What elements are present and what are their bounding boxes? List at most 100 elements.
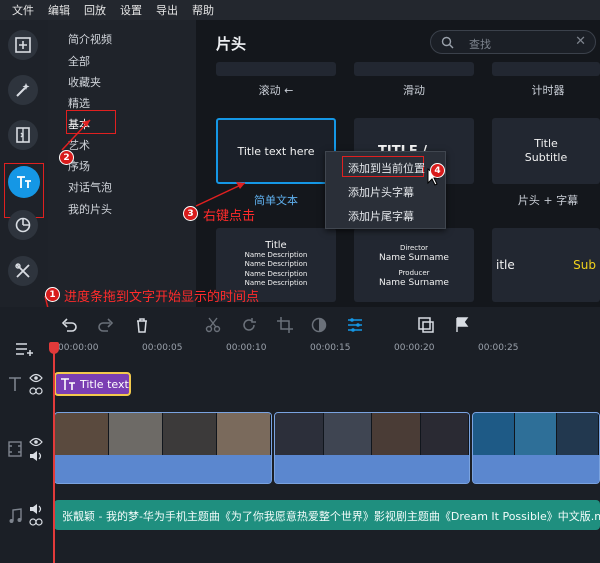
title-tile-slide[interactable]: [354, 62, 474, 76]
step3-note: 右键点击: [203, 209, 256, 224]
more-tools-button[interactable]: [8, 256, 38, 286]
menu-settings[interactable]: 设置: [120, 2, 142, 18]
delete-icon[interactable]: [133, 316, 151, 334]
director-preview-name-2: Name Surname: [379, 277, 449, 288]
menu-file[interactable]: 文件: [12, 2, 34, 18]
marker-flag-icon[interactable]: [453, 316, 471, 334]
undo-icon[interactable]: [60, 316, 78, 334]
stickers-tool-button[interactable]: [8, 210, 38, 240]
partial-tile-left-text: itle: [496, 258, 515, 272]
step-badge-1: 1: [45, 287, 60, 302]
category-all[interactable]: 全部: [68, 53, 90, 69]
menu-item-add-at-current[interactable]: 添加到当前位置: [348, 160, 425, 176]
clear-search-icon[interactable]: ✕: [575, 34, 586, 49]
audio-waveform: [275, 455, 469, 483]
step-badge-3: 3: [183, 206, 198, 221]
text-track-icon: [9, 377, 21, 391]
redo-icon[interactable]: [97, 316, 115, 334]
video-volume-icon[interactable]: [29, 451, 43, 461]
tool-sidebar: [0, 20, 48, 307]
add-track-icon[interactable]: [15, 340, 35, 358]
category-my-titles[interactable]: 我的片头: [68, 201, 112, 217]
credits-preview-line-3: Name Description: [244, 269, 308, 278]
tools-icon: [15, 263, 30, 278]
menu-playback[interactable]: 回放: [84, 2, 106, 18]
context-menu: 添加到当前位置 添加片头字幕 添加片尾字幕: [325, 151, 446, 229]
cut-icon[interactable]: [204, 316, 222, 334]
title-subtitle-preview-subtitle: Subtitle: [524, 151, 568, 164]
title-clip-label: Title text: [80, 377, 129, 391]
title-subtitle-preview-title: Title: [534, 137, 558, 150]
title-label-slide: 滑动: [403, 84, 425, 97]
title-tile-timer[interactable]: [492, 62, 600, 76]
video-track-icon: [8, 441, 22, 457]
category-art[interactable]: 艺术: [68, 137, 90, 153]
color-adjust-icon[interactable]: [310, 316, 328, 334]
audio-link-icon[interactable]: [29, 517, 43, 527]
clip-properties-icon[interactable]: [346, 316, 364, 334]
effects-tool-button[interactable]: [8, 75, 38, 105]
title-tile-simple-text[interactable]: Title text here: [216, 118, 336, 184]
video-visibility-eye-icon[interactable]: [29, 437, 43, 447]
title-clip-text-icon: [61, 378, 75, 390]
transition-icon: [16, 127, 30, 143]
add-media-icon: [15, 37, 31, 53]
menu-item-add-opening[interactable]: 添加片头字幕: [348, 184, 414, 200]
title-label-timer: 计时器: [531, 84, 565, 97]
title-tile-scroll[interactable]: [216, 62, 336, 76]
step1-note: 进度条拖到文字开始显示的时间点: [64, 290, 260, 305]
link-icon[interactable]: [29, 386, 43, 396]
category-basic-highlight: [66, 110, 116, 134]
music-track-icon: [9, 508, 22, 523]
credits-preview-line-2: Name Description: [244, 260, 308, 269]
magic-wand-icon: [16, 83, 30, 97]
search-input[interactable]: 查找 ✕: [430, 30, 596, 54]
menu-item-add-ending[interactable]: 添加片尾字幕: [348, 208, 414, 224]
ruler-label: 00:00:10: [226, 343, 267, 353]
simple-text-preview: Title text here: [237, 144, 315, 158]
partial-tile-right-text: Sub: [573, 258, 596, 272]
title-clip[interactable]: Title text: [54, 372, 131, 396]
director-preview-role-1: Director: [399, 243, 429, 252]
menu-export[interactable]: 导出: [156, 2, 178, 18]
category-featured[interactable]: 精选: [68, 95, 90, 111]
title-label-title-subtitle: 片头 + 字幕: [517, 194, 579, 207]
audio-waveform: [55, 455, 271, 483]
import-tool-button[interactable]: [8, 30, 38, 60]
visibility-eye-icon[interactable]: [29, 373, 43, 383]
crop-icon[interactable]: [276, 316, 294, 334]
ruler-label: 00:00:05: [142, 343, 183, 353]
playhead-handle[interactable]: [49, 342, 59, 354]
title-tile-title-subtitle[interactable]: Title Subtitle: [492, 118, 600, 184]
video-clip[interactable]: [472, 412, 600, 484]
timeline-toolbar: [0, 307, 600, 343]
transitions-tool-button[interactable]: [8, 120, 38, 150]
step-badge-2: 2: [59, 150, 74, 165]
menu-help[interactable]: 帮助: [192, 2, 214, 18]
audio-clip-label: 张靓颖 - 我的梦-华为手机主题曲《为了你我愿意热爱整个世界》影视剧主题曲《Dr…: [62, 510, 600, 523]
menu-edit[interactable]: 编辑: [48, 2, 70, 18]
category-intro[interactable]: 简介视频: [68, 31, 112, 47]
video-clip[interactable]: [54, 412, 272, 484]
timeline-ruler[interactable]: 00:00:00 00:00:05 00:00:10 00:00:15 00:0…: [52, 343, 600, 359]
step-badge-4: 4: [430, 163, 445, 178]
menu-bar: 文件 编辑 回放 设置 导出 帮助: [0, 0, 600, 20]
audio-volume-icon[interactable]: [29, 504, 43, 514]
credits-preview-title: Title: [265, 240, 287, 252]
audio-clip[interactable]: 张靓颖 - 我的梦-华为手机主题曲《为了你我愿意热爱整个世界》影视剧主题曲《Dr…: [54, 500, 600, 530]
title-tile-partial[interactable]: itle Sub: [492, 228, 600, 302]
page-title: 片头: [216, 35, 247, 53]
search-icon: [441, 36, 454, 49]
title-tile-director[interactable]: Director Name Surname Producer Name Surn…: [354, 228, 474, 302]
search-placeholder: 查找: [469, 38, 491, 51]
rotate-icon[interactable]: [240, 316, 258, 334]
playhead[interactable]: [53, 343, 55, 563]
ruler-label: 00:00:25: [478, 343, 519, 353]
video-clip[interactable]: [274, 412, 470, 484]
overlay-icon[interactable]: [417, 316, 435, 334]
ruler-label: 00:00:00: [58, 343, 99, 353]
sticker-icon: [15, 217, 31, 233]
category-speech-bubble[interactable]: 对话气泡: [68, 179, 112, 195]
category-favorites[interactable]: 收藏夹: [68, 74, 101, 90]
credits-preview-line-1: Name Description: [244, 250, 308, 259]
